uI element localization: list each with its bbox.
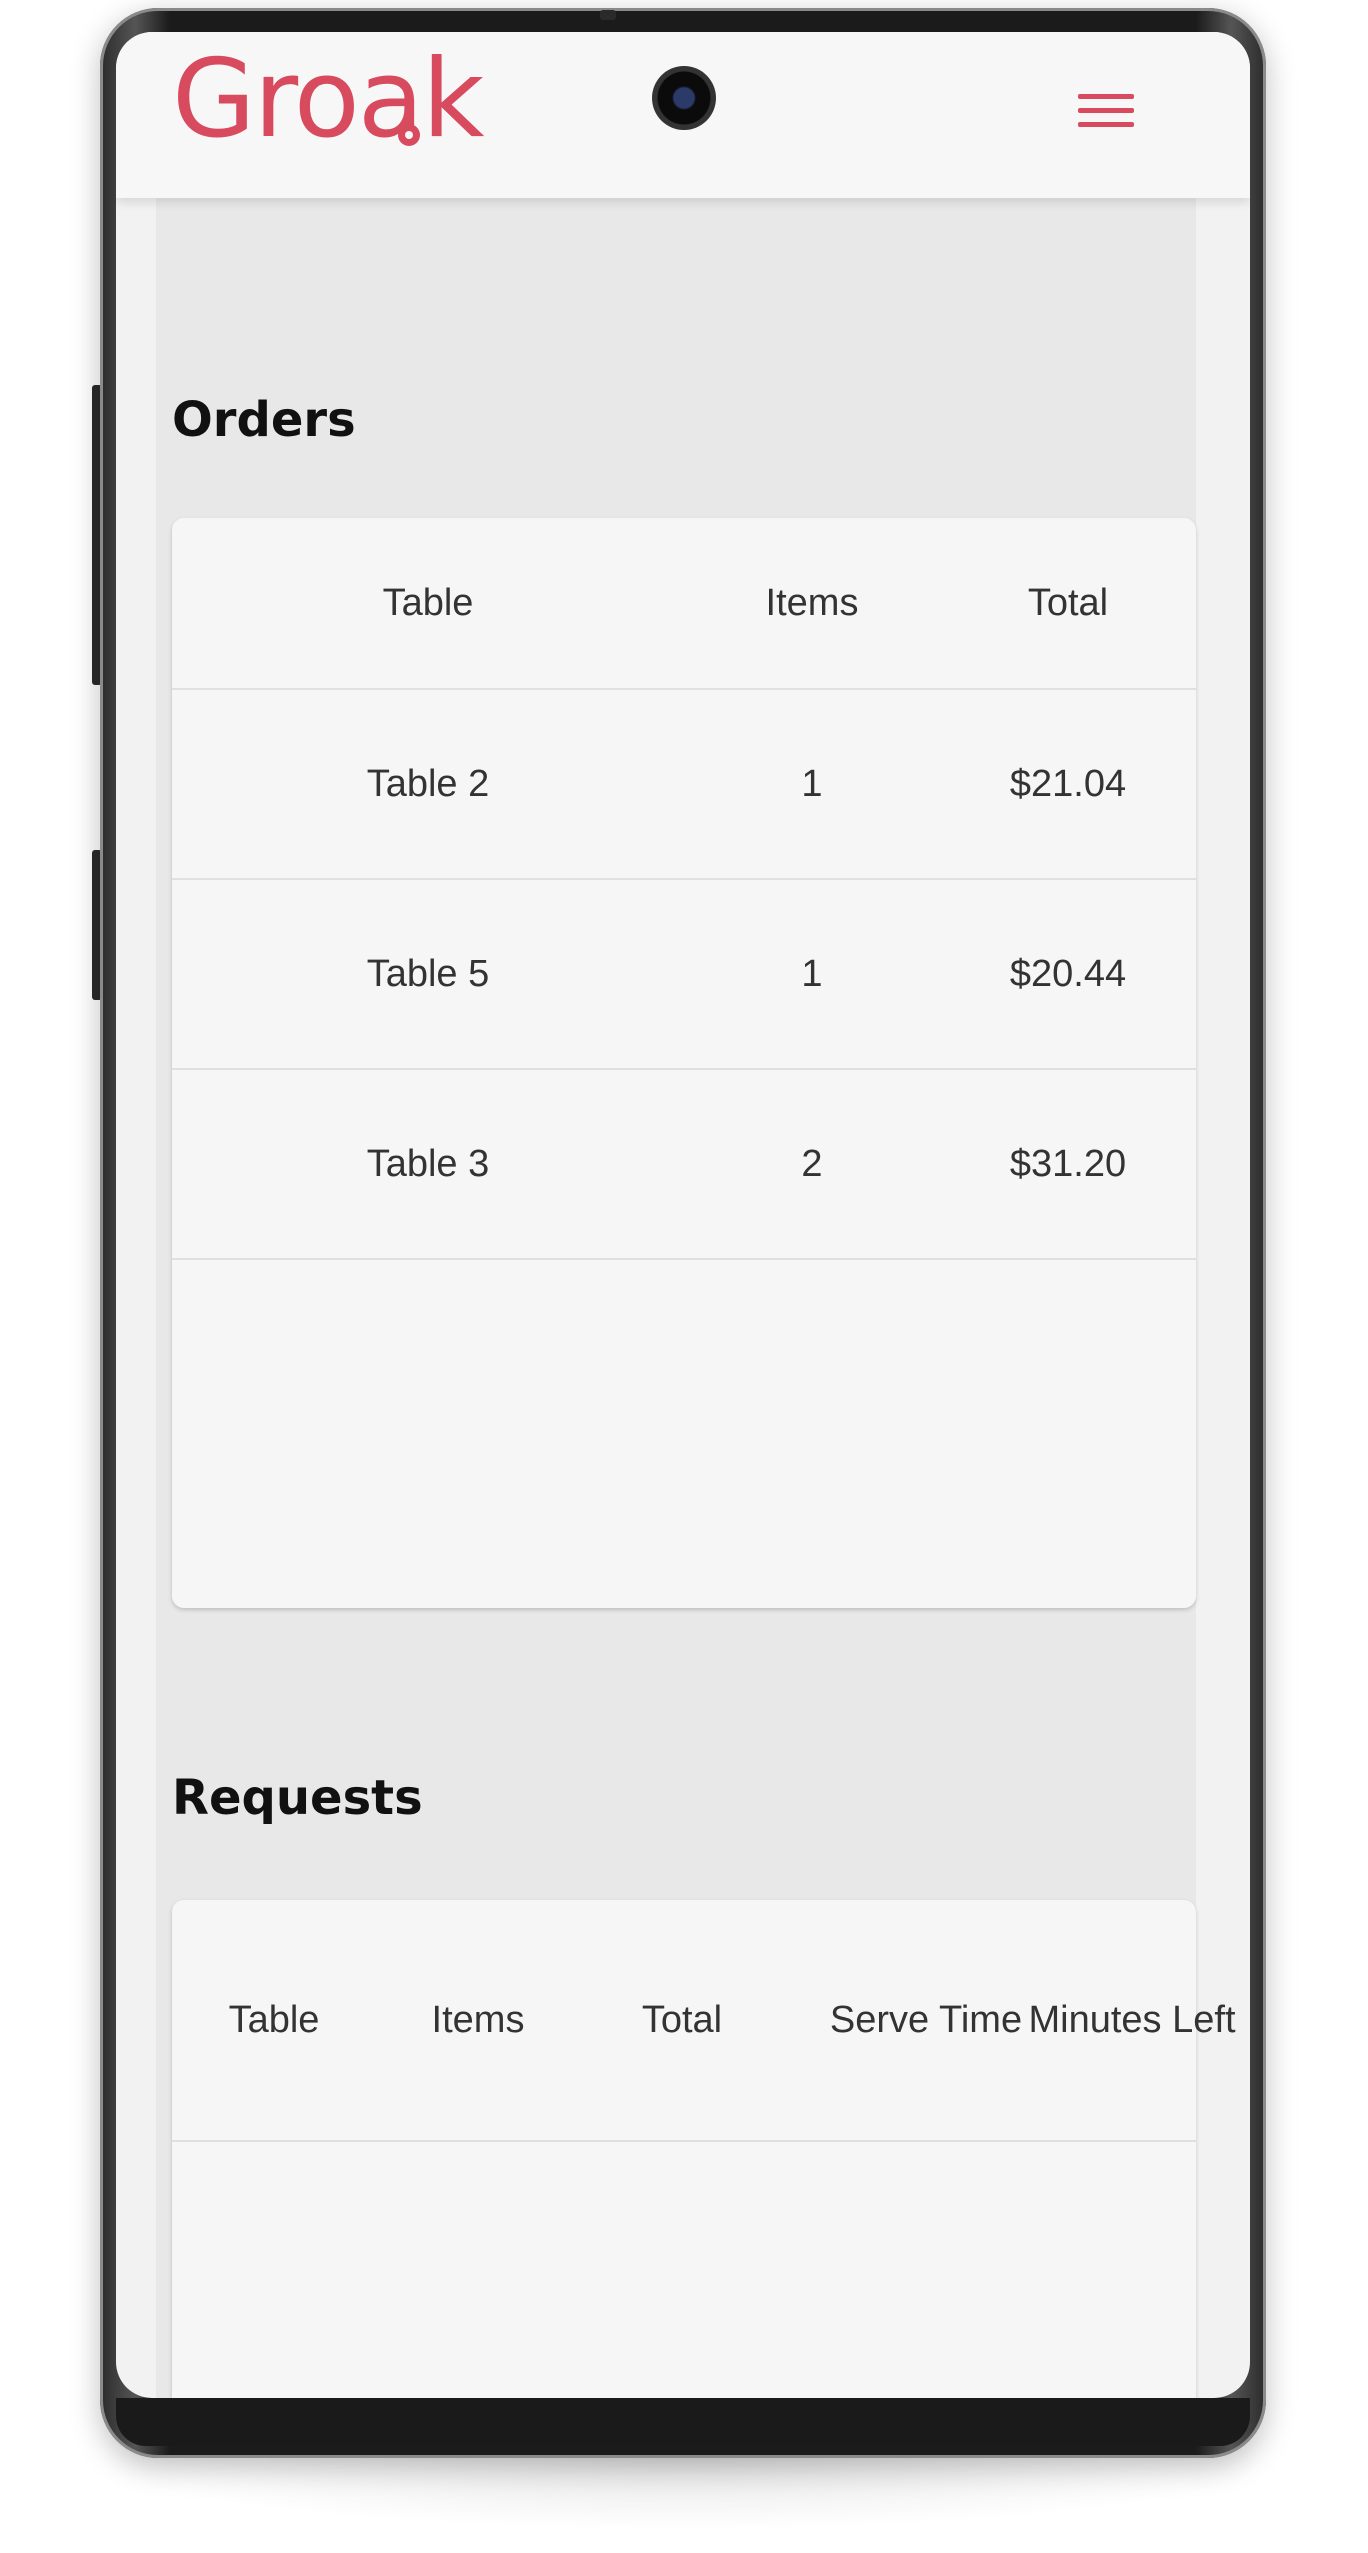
order-table: Table 5 — [366, 952, 490, 995]
table-row[interactable]: Table 5 1 $20.44 — [172, 880, 1196, 1070]
front-camera — [652, 66, 716, 130]
orders-header-row: Table Items Total — [172, 518, 1196, 690]
order-total: $20.44 — [1009, 952, 1127, 995]
orders-col-items[interactable]: Items — [684, 518, 940, 688]
orders-title: Orders — [172, 392, 356, 448]
orders-col-table[interactable]: Table — [172, 518, 684, 688]
requests-col-table[interactable]: Table — [172, 1900, 376, 2140]
top-button — [600, 10, 616, 20]
orders-table: Table Items Total Table 2 1 $21.04 Table… — [172, 518, 1196, 1608]
orders-col-total[interactable]: Total — [940, 518, 1196, 688]
order-items: 1 — [801, 762, 823, 805]
table-row[interactable]: Table 2 1 $21.04 — [172, 690, 1196, 880]
logo-pin-icon — [398, 124, 420, 146]
order-items: 1 — [801, 952, 823, 995]
requests-title: Requests — [172, 1770, 423, 1826]
requests-table: Table Items Total Serve Time Minutes Lef… — [172, 1900, 1236, 2398]
requests-header-row: Table Items Total Serve Time Minutes Lef… — [172, 1900, 1236, 2142]
phone-screen: Groak Orders Table Items Total Table 2 1… — [116, 32, 1250, 2398]
order-items: 2 — [801, 1142, 823, 1185]
hamburger-menu-icon[interactable] — [1078, 94, 1134, 134]
requests-col-items[interactable]: Items — [376, 1900, 580, 2140]
order-total: $21.04 — [1009, 762, 1127, 805]
groak-logo[interactable]: Groak — [172, 46, 485, 154]
main-content: Orders Table Items Total Table 2 1 $21.0… — [156, 198, 1236, 2398]
order-table: Table 2 — [366, 762, 490, 805]
order-total: $31.20 — [1009, 1142, 1127, 1185]
order-table: Table 3 — [366, 1142, 490, 1185]
requests-col-minutes-left[interactable]: Minutes Left — [988, 1900, 1250, 2140]
bottom-bezel — [116, 2398, 1250, 2446]
requests-col-total[interactable]: Total — [580, 1900, 784, 2140]
table-row[interactable]: Table 3 2 $31.20 — [172, 1070, 1196, 1260]
